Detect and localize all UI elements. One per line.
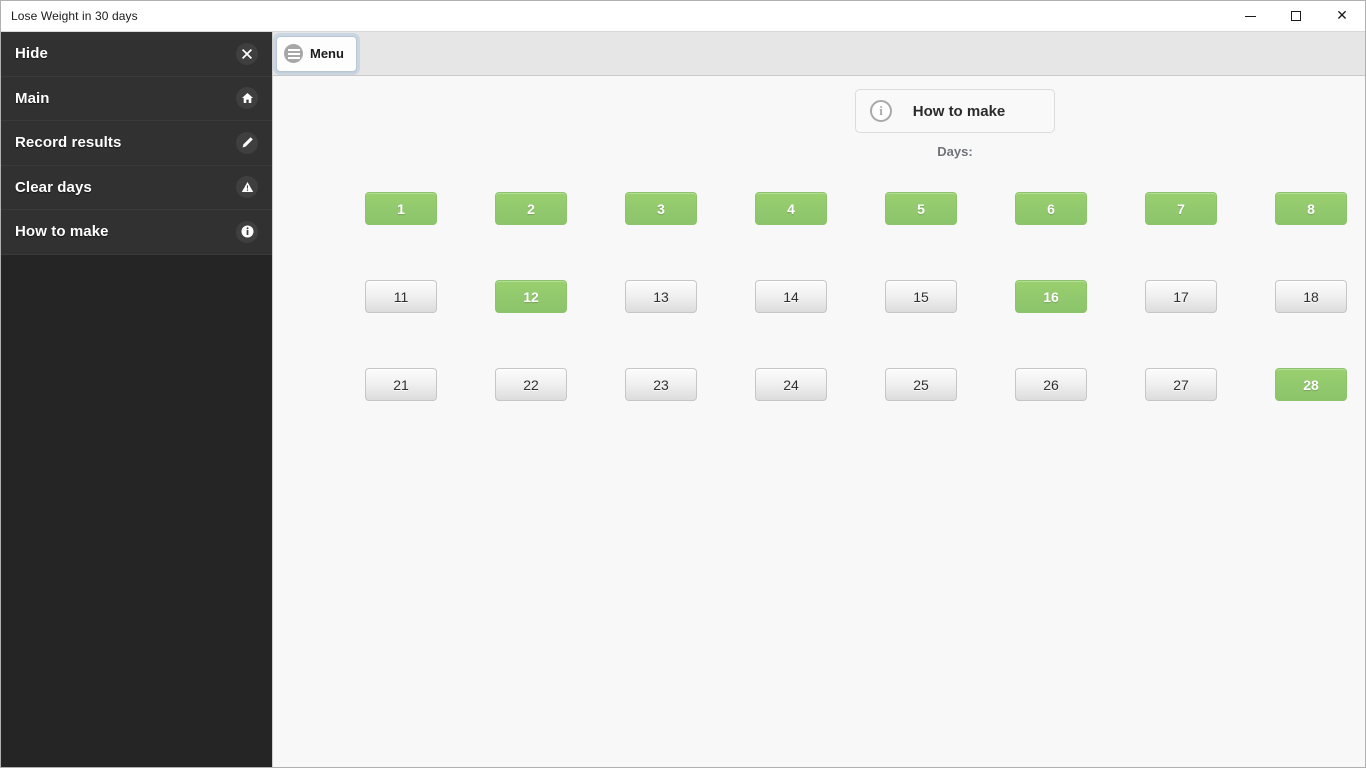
close-button[interactable]: ✕ xyxy=(1319,1,1365,31)
day-button-18[interactable]: 18 xyxy=(1275,280,1347,313)
day-button-25[interactable]: 25 xyxy=(885,368,957,401)
sidebar: Hide Main Record results Clear days How … xyxy=(1,32,273,767)
warning-triangle-icon xyxy=(236,176,258,199)
content-area: i How to make Days: 1 2 3 4 5 6 7 8 11 1… xyxy=(273,76,1365,767)
day-button-7[interactable]: 7 xyxy=(1145,192,1217,225)
hamburger-icon xyxy=(284,44,303,63)
day-button-12[interactable]: 12 xyxy=(495,280,567,313)
window-body: Hide Main Record results Clear days How … xyxy=(1,32,1365,767)
day-button-2[interactable]: 2 xyxy=(495,192,567,225)
day-cell: 7 xyxy=(1116,192,1246,225)
main-panel: Menu i How to make Days: 1 2 3 4 5 6 7 8… xyxy=(273,32,1365,767)
toolbar: Menu xyxy=(273,32,1365,76)
day-button-15[interactable]: 15 xyxy=(885,280,957,313)
day-button-28[interactable]: 28 xyxy=(1275,368,1347,401)
info-icon: i xyxy=(870,100,892,122)
menu-button-label: Menu xyxy=(310,46,344,61)
sidebar-item-hide[interactable]: Hide xyxy=(1,32,272,77)
how-to-make-label: How to make xyxy=(912,102,1006,120)
sidebar-item-clear-days[interactable]: Clear days xyxy=(1,165,272,210)
day-cell: 5 xyxy=(856,192,986,225)
day-button-16[interactable]: 16 xyxy=(1015,280,1087,313)
sidebar-item-label: Clear days xyxy=(15,178,92,196)
day-row: 1 2 3 4 5 6 7 8 xyxy=(336,192,1365,225)
day-cell: 21 xyxy=(336,368,466,401)
title-bar: Lose Weight in 30 days ✕ xyxy=(1,1,1365,32)
maximize-button[interactable] xyxy=(1273,1,1319,31)
day-cell: 17 xyxy=(1116,280,1246,313)
day-grid: 1 2 3 4 5 6 7 8 11 12 13 14 15 16 17 18 … xyxy=(336,192,1365,456)
day-button-24[interactable]: 24 xyxy=(755,368,827,401)
day-button-4[interactable]: 4 xyxy=(755,192,827,225)
close-icon xyxy=(236,42,258,65)
maximize-icon xyxy=(1291,11,1301,21)
minimize-icon xyxy=(1244,15,1256,17)
menu-button[interactable]: Menu xyxy=(276,35,357,72)
sidebar-item-how-to-make[interactable]: How to make xyxy=(1,210,272,255)
day-button-21[interactable]: 21 xyxy=(365,368,437,401)
days-label: Days: xyxy=(937,144,973,159)
day-cell: 14 xyxy=(726,280,856,313)
minimize-button[interactable] xyxy=(1227,1,1273,31)
day-cell: 4 xyxy=(726,192,856,225)
sidebar-item-label: Main xyxy=(15,89,50,107)
sidebar-item-label: How to make xyxy=(15,223,109,241)
day-cell: 13 xyxy=(596,280,726,313)
day-cell: 12 xyxy=(466,280,596,313)
day-button-3[interactable]: 3 xyxy=(625,192,697,225)
sidebar-item-record-results[interactable]: Record results xyxy=(1,121,272,166)
day-button-8[interactable]: 8 xyxy=(1275,192,1347,225)
day-button-6[interactable]: 6 xyxy=(1015,192,1087,225)
day-cell: 27 xyxy=(1116,368,1246,401)
day-cell: 3 xyxy=(596,192,726,225)
day-row: 11 12 13 14 15 16 17 18 xyxy=(336,280,1365,313)
window-controls: ✕ xyxy=(1227,1,1365,31)
day-cell: 6 xyxy=(986,192,1116,225)
day-row: 21 22 23 24 25 26 27 28 xyxy=(336,368,1365,401)
day-cell: 22 xyxy=(466,368,596,401)
how-to-make-button[interactable]: i How to make xyxy=(855,89,1055,133)
day-button-17[interactable]: 17 xyxy=(1145,280,1217,313)
day-button-1[interactable]: 1 xyxy=(365,192,437,225)
sidebar-item-main[interactable]: Main xyxy=(1,76,272,121)
day-button-22[interactable]: 22 xyxy=(495,368,567,401)
window-title: Lose Weight in 30 days xyxy=(11,9,138,23)
day-cell: 15 xyxy=(856,280,986,313)
day-button-23[interactable]: 23 xyxy=(625,368,697,401)
day-cell: 25 xyxy=(856,368,986,401)
day-button-27[interactable]: 27 xyxy=(1145,368,1217,401)
sidebar-empty-area xyxy=(1,254,272,767)
day-button-11[interactable]: 11 xyxy=(365,280,437,313)
sidebar-item-label: Hide xyxy=(15,45,48,63)
day-button-26[interactable]: 26 xyxy=(1015,368,1087,401)
day-cell: 2 xyxy=(466,192,596,225)
day-cell: 28 xyxy=(1246,368,1365,401)
day-cell: 24 xyxy=(726,368,856,401)
day-cell: 23 xyxy=(596,368,726,401)
close-icon: ✕ xyxy=(1336,8,1348,24)
day-button-5[interactable]: 5 xyxy=(885,192,957,225)
day-cell: 16 xyxy=(986,280,1116,313)
day-cell: 8 xyxy=(1246,192,1365,225)
day-button-13[interactable]: 13 xyxy=(625,280,697,313)
sidebar-item-label: Record results xyxy=(15,134,122,152)
app-window: Lose Weight in 30 days ✕ Hide Main Recor… xyxy=(0,0,1366,768)
day-cell: 11 xyxy=(336,280,466,313)
day-cell: 1 xyxy=(336,192,466,225)
day-cell: 26 xyxy=(986,368,1116,401)
home-icon xyxy=(236,87,258,110)
info-icon xyxy=(236,220,258,243)
pencil-icon xyxy=(236,131,258,154)
day-button-14[interactable]: 14 xyxy=(755,280,827,313)
day-cell: 18 xyxy=(1246,280,1365,313)
